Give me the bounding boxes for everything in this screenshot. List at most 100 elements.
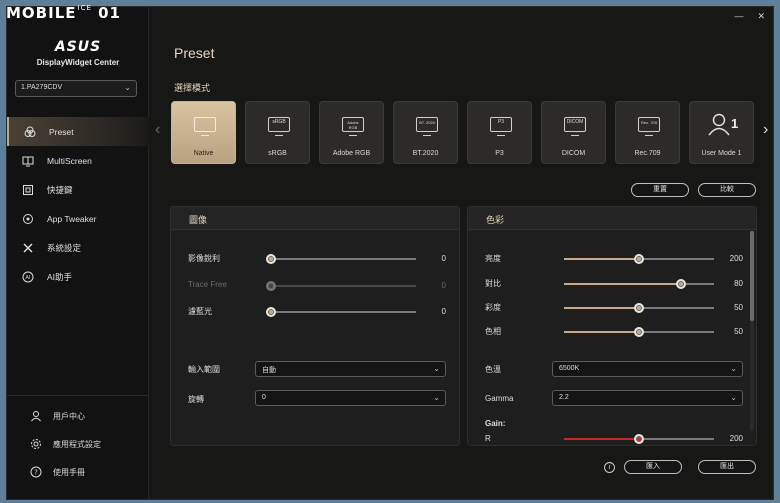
monitor-icon: sRGB [268,117,290,136]
sidebar-item-label: MultiScreen [47,155,92,166]
slider-handle [266,281,276,291]
mode-srgb[interactable]: sRGB sRGB [245,101,310,164]
color-temp-select[interactable]: 6500K ⌄ [552,361,743,377]
chevron-down-icon: ⌄ [433,393,440,402]
sidebar: ASUS DisplayWidget Center 1.PA279CDV ⌄ P… [7,7,149,499]
user-icon [29,409,43,423]
slider-handle[interactable] [676,279,686,289]
page-title: Preset [174,45,215,61]
shortcut-icon [21,183,35,197]
mode-label: Adobe RGB [332,150,371,157]
tools-icon [21,241,35,255]
sidebar-nav: Preset MultiScreen 快捷鍵 App Tweaker 系統設定 … [7,117,149,291]
input-range-select[interactable]: 自動 ⌄ [255,361,446,377]
hue-value: 50 [734,327,743,336]
brand: ASUS DisplayWidget Center [7,39,149,67]
sidebar-item-user-center[interactable]: 用戶中心 [7,402,149,430]
rotation-label: 旋轉 [188,395,204,404]
mode-label: BT.2020 [412,150,439,157]
mode-p3[interactable]: P3 P3 [467,101,532,164]
sidebar-item-label: AI助手 [47,271,73,282]
brightness-value: 200 [729,254,743,263]
slider-handle[interactable] [634,303,644,313]
monitor-select[interactable]: 1.PA279CDV ⌄ [15,80,137,97]
sidebar-footer: 用戶中心 應用程式設定 ? 使用手冊 [7,395,149,486]
sidebar-item-shortcut[interactable]: 快捷鍵 [7,175,149,204]
saturation-label: 彩度 [485,303,501,312]
slider-handle[interactable] [266,254,276,264]
sidebar-item-app-tweaker[interactable]: App Tweaker [7,204,149,233]
mode-dicom[interactable]: DICOM DICOM [541,101,606,164]
monitor-select-value: 1.PA279CDV [21,84,63,91]
blue-light-filter-value: 0 [441,307,446,316]
sharpness-slider[interactable] [266,254,416,264]
slider-handle[interactable] [266,307,276,317]
monitor-icon [194,117,216,136]
gamma-label: Gamma [485,394,514,403]
trace-free-value: 0 [441,281,446,290]
chevron-left-icon[interactable]: ‹ [155,121,160,139]
blue-light-filter-slider[interactable] [266,307,416,317]
chevron-down-icon: ⌄ [730,393,737,402]
sidebar-item-label: App Tweaker [47,213,97,224]
reset-button[interactable]: 重置 [631,183,689,197]
gear-icon [29,437,43,451]
color-panel-scrollbar[interactable] [750,231,754,431]
sidebar-item-app-settings[interactable]: 應用程式設定 [7,430,149,458]
scrollbar-thumb[interactable] [750,231,754,321]
watermark-text: MOBILE [6,4,77,22]
mode-label: sRGB [268,150,287,157]
input-range-value: 自動 [262,367,276,374]
gamma-value: 2.2 [559,394,569,401]
sidebar-item-label: 快捷鍵 [47,184,73,195]
export-button[interactable]: 匯出 [698,460,756,474]
brightness-slider[interactable] [564,254,714,264]
close-icon[interactable]: ✕ [757,11,765,22]
saturation-slider[interactable] [564,303,714,313]
slider-handle[interactable] [634,327,644,337]
mode-adobe-rgb[interactable]: Adobe RGB Adobe RGB [319,101,384,164]
hue-slider[interactable] [564,327,714,337]
mode-user-1[interactable]: 1 User Mode 1 [689,101,754,164]
contrast-slider[interactable] [564,279,714,289]
input-range-label: 輸入範圍 [188,365,220,374]
info-icon[interactable]: i [604,462,615,473]
watermark-mark: 01 [98,4,121,22]
sidebar-item-multiscreen[interactable]: MultiScreen [7,146,149,175]
slider-handle[interactable] [634,254,644,264]
monitor-icon: DICOM [564,117,586,136]
sidebar-item-preset[interactable]: Preset [7,117,149,146]
main-content: — ✕ Preset 選擇模式 ‹ › Native sRGB sRGB Ado… [149,7,773,499]
mode-bt2020[interactable]: BT. 2020 BT.2020 [393,101,458,164]
app-tweaker-icon [21,212,35,226]
svg-text:AI: AI [26,275,31,281]
color-temp-label: 色溫 [485,365,501,374]
mode-native[interactable]: Native [171,101,236,164]
sidebar-item-system[interactable]: 系統設定 [7,233,149,262]
sharpness-value: 0 [441,254,446,263]
color-panel: 色彩 亮度 200 對比 80 彩度 50 色相 50 色溫 6500K ⌄ G… [467,206,757,446]
gamma-select[interactable]: 2.2 ⌄ [552,390,743,406]
window-controls: — ✕ [734,11,765,22]
sharpness-label: 影像銳利 [188,254,220,263]
minimize-icon[interactable]: — [734,11,743,22]
sidebar-item-manual[interactable]: ? 使用手冊 [7,458,149,486]
sidebar-item-ai[interactable]: AI AI助手 [7,262,149,291]
chevron-down-icon: ⌄ [730,364,737,373]
compare-button[interactable]: 比較 [698,183,756,197]
image-panel: 圖像 影像銳利 0 Trace Free 0 濾藍光 0 輸入範圍 自動 ⌄ 旋… [170,206,460,446]
mode-rec709[interactable]: Rec. 709 Rec.709 [615,101,680,164]
gain-r-slider[interactable] [564,434,714,444]
rotation-select[interactable]: 0 ⌄ [255,390,446,406]
chevron-right-icon[interactable]: › [763,121,768,139]
brightness-label: 亮度 [485,254,501,263]
sidebar-item-label: 系統設定 [47,242,82,253]
product-name: DisplayWidget Center [36,58,120,67]
blue-light-filter-label: 濾藍光 [188,307,212,316]
preset-mode-list: Native sRGB sRGB Adobe RGB Adobe RGB BT.… [171,101,754,164]
slider-handle[interactable] [634,434,644,444]
mode-label: User Mode 1 [701,150,742,157]
import-button[interactable]: 匯入 [624,460,682,474]
monitor-icon: Adobe RGB [342,117,364,136]
trace-free-label: Trace Free [188,280,227,289]
